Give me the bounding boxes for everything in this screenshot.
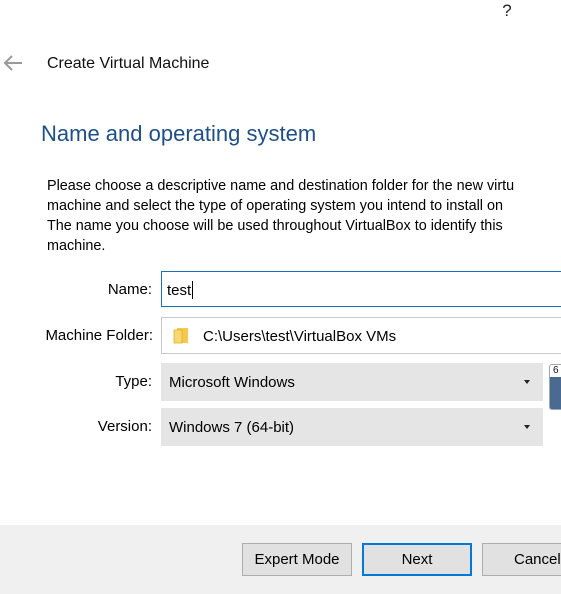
text-caret xyxy=(192,281,194,299)
folder-icon xyxy=(173,328,188,344)
description-line: machine. xyxy=(47,238,106,254)
description-text: Please choose a descriptive name and des… xyxy=(47,176,561,256)
name-input[interactable]: test xyxy=(161,271,561,307)
back-button[interactable] xyxy=(2,54,24,72)
wizard-title: Create Virtual Machine xyxy=(47,55,210,72)
machine-folder-path: C:\Users\test\VirtualBox VMs xyxy=(203,328,397,345)
type-label: Type: xyxy=(115,373,152,390)
arrow-left-icon xyxy=(3,55,22,71)
machine-folder-selector[interactable]: C:\Users\test\VirtualBox VMs xyxy=(161,317,561,354)
os-badge-text: 6 xyxy=(553,365,559,376)
type-select-value: Microsoft Windows xyxy=(169,374,295,391)
chevron-down-icon xyxy=(524,380,530,384)
version-label: Version: xyxy=(97,418,152,435)
name-label: Name: xyxy=(107,281,152,298)
version-select[interactable]: Windows 7 (64-bit) xyxy=(161,408,543,446)
description-line: Please choose a descriptive name and des… xyxy=(47,178,515,194)
next-button[interactable]: Next xyxy=(362,543,472,576)
version-select-value: Windows 7 (64-bit) xyxy=(169,419,295,436)
os-logo-icon: 6 xyxy=(549,364,561,410)
name-input-value: test xyxy=(167,282,192,299)
type-select[interactable]: Microsoft Windows xyxy=(161,363,543,401)
expert-mode-button[interactable]: Expert Mode xyxy=(242,543,352,576)
chevron-down-icon xyxy=(524,425,530,429)
machine-folder-label: Machine Folder: xyxy=(45,327,153,344)
description-line: The name you choose will be used through… xyxy=(47,218,503,234)
help-icon[interactable]: ? xyxy=(500,0,514,22)
description-line: machine and select the type of operating… xyxy=(47,198,503,214)
cancel-button[interactable]: Cancel xyxy=(482,543,561,576)
section-heading: Name and operating system xyxy=(41,121,317,146)
